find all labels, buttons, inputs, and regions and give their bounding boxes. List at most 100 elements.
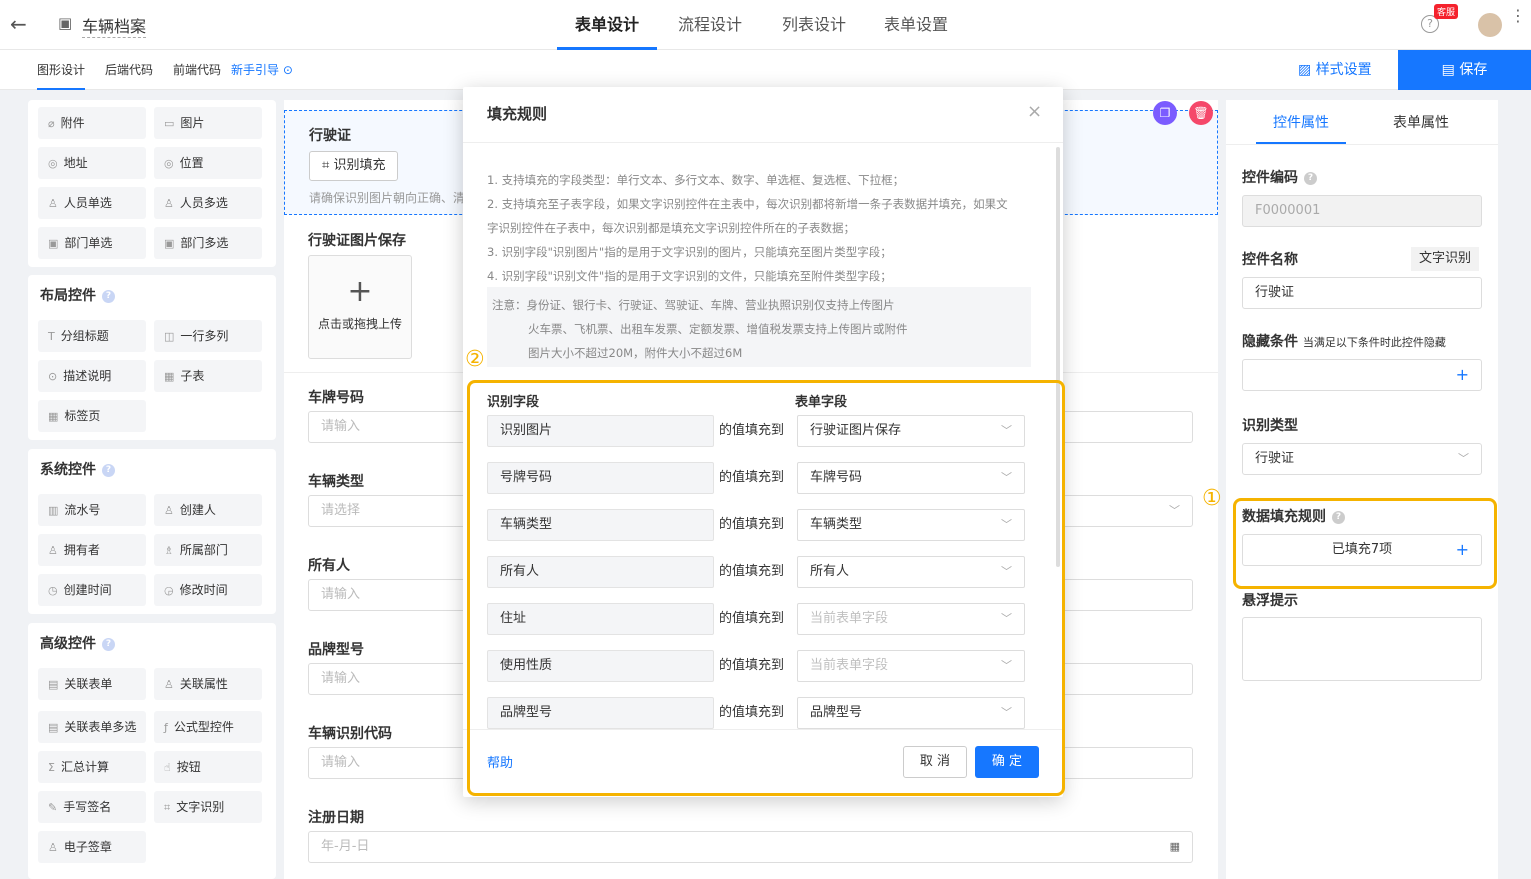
- rule-line: 1. 支持填充的字段类型：单行文本、多行文本、数字、单选框、复选框、下拉框；: [487, 173, 905, 187]
- ocr-field-title: 行驶证: [309, 128, 351, 144]
- subtab-backend-code[interactable]: 后端代码: [105, 50, 153, 90]
- control-user-single[interactable]: ♙ 人员单选: [38, 187, 146, 219]
- control-signature[interactable]: ✎ 手写签名: [38, 791, 146, 823]
- upload-text: 点击或拖拽上传: [317, 317, 402, 331]
- hide-condition-input[interactable]: +: [1242, 359, 1482, 391]
- control-related-form-multi[interactable]: ▤ 关联表单多选: [38, 711, 146, 743]
- user-icon: ♙: [164, 504, 174, 517]
- control-location[interactable]: ◎ 位置: [154, 147, 262, 179]
- tab-list-design[interactable]: 列表设计: [782, 0, 846, 50]
- control-label: 创建时间: [63, 583, 112, 597]
- control-label: 分组标题: [60, 329, 109, 343]
- support-badge[interactable]: 客服: [1434, 4, 1459, 19]
- control-dept-multi[interactable]: ▣ 部门多选: [154, 227, 262, 259]
- control-serial-no[interactable]: ▥ 流水号: [38, 494, 146, 526]
- annotation-2: ②: [465, 347, 485, 372]
- save-button[interactable]: ▤ 保存: [1398, 50, 1531, 90]
- control-label: 部门单选: [64, 236, 113, 250]
- barcode-icon: ▥: [48, 504, 59, 517]
- question-icon[interactable]: ?: [102, 463, 115, 477]
- control-image[interactable]: ▭ 图片: [154, 107, 262, 139]
- highlight-box-2: [467, 380, 1065, 796]
- control-subtable[interactable]: ▦ 子表: [154, 360, 262, 392]
- tab-form-design[interactable]: 表单设计: [557, 0, 657, 50]
- control-related-attr[interactable]: ♙ 关联属性: [154, 668, 262, 700]
- avatar[interactable]: [1478, 13, 1502, 37]
- style-settings-label: 样式设置: [1315, 62, 1372, 78]
- control-owner[interactable]: ♙ 拥有者: [38, 534, 146, 566]
- register-date-input[interactable]: 年-月-日 ▦: [308, 831, 1193, 863]
- advanced-controls-group: 高级控件? ▤ 关联表单 ♙ 关联属性 ▤ 关联表单多选 ƒ 公式型控件 Σ 汇总计算 ☝…: [28, 623, 276, 879]
- control-address[interactable]: ◎ 地址: [38, 147, 146, 179]
- control-summary[interactable]: Σ 汇总计算: [38, 751, 146, 783]
- hide-label-text: 隐藏条件: [1242, 334, 1298, 350]
- ocr-fill-button[interactable]: ⌗ 识别填充: [309, 151, 399, 181]
- back-arrow-icon[interactable]: ←: [10, 12, 27, 36]
- control-ocr[interactable]: ⌗ 文字识别: [154, 791, 262, 823]
- control-description[interactable]: ⊙ 描述说明: [38, 360, 146, 392]
- control-create-time[interactable]: ◷ 创建时间: [38, 574, 146, 606]
- guide-label: 新手引导: [231, 63, 280, 77]
- control-label: 部门多选: [180, 236, 229, 250]
- control-tabs[interactable]: ▦ 标签页: [38, 400, 146, 432]
- system-group-title: 系统控件?: [40, 459, 115, 479]
- guide-link[interactable]: 新手引导 ⊙: [231, 50, 293, 90]
- more-icon[interactable]: ⋮: [1510, 8, 1526, 24]
- user-icon: ♙: [48, 197, 58, 210]
- control-attachment[interactable]: ⌀ 附件: [38, 107, 146, 139]
- plus-icon[interactable]: +: [1456, 360, 1469, 390]
- highlight-box-1: [1233, 498, 1497, 589]
- control-multi-column[interactable]: ◫ 一行多列: [154, 320, 262, 352]
- control-related-form[interactable]: ▤ 关联表单: [38, 668, 146, 700]
- org-icon: ♗: [164, 544, 174, 557]
- depts-icon: ▣: [164, 237, 175, 250]
- copy-icon[interactable]: ❐: [1153, 101, 1177, 125]
- info-icon: ⊙: [48, 370, 58, 383]
- note-line: 图片大小不超过20M，附件大小不超过6M: [528, 346, 743, 360]
- link-form-icon: ▤: [48, 678, 59, 691]
- app-title[interactable]: 车辆档案: [82, 13, 147, 38]
- control-department[interactable]: ♗ 所属部门: [154, 534, 262, 566]
- tabs-icon: ▦: [48, 410, 59, 423]
- play-icon: ⊙: [282, 63, 293, 77]
- tooltip-textarea[interactable]: [1242, 617, 1482, 681]
- tab-form-props[interactable]: 表单属性: [1376, 110, 1466, 136]
- style-icon: ▨: [1298, 62, 1312, 78]
- code-label: 控件编码?: [1242, 167, 1317, 187]
- control-modify-time[interactable]: ◶ 修改时间: [154, 574, 262, 606]
- layout-group-label: 布局控件: [40, 288, 96, 304]
- control-user-multi[interactable]: ♙ 人员多选: [154, 187, 262, 219]
- subtab-frontend-code[interactable]: 前端代码: [173, 50, 221, 90]
- control-label: 关联属性: [179, 677, 228, 691]
- ocr-type-select[interactable]: 行驶证 ﹀: [1242, 443, 1482, 475]
- question-icon[interactable]: ?: [102, 289, 115, 303]
- style-settings-button[interactable]: ▨ 样式设置: [1298, 50, 1372, 90]
- scan-icon: ⌗: [322, 158, 330, 173]
- users-icon: ♙: [164, 197, 174, 210]
- control-label: 电子签章: [63, 840, 112, 854]
- note-line: 火车票、飞机票、出租车发票、定额发票、增值税发票支持上传图片或附件: [528, 322, 908, 336]
- subtab-graphic-design[interactable]: 图形设计: [37, 50, 86, 90]
- tab-flow-design[interactable]: 流程设计: [678, 0, 742, 50]
- image-upload-box[interactable]: + 点击或拖拽上传: [308, 255, 412, 359]
- control-group-title[interactable]: T 分组标题: [38, 320, 146, 352]
- control-creator[interactable]: ♙ 创建人: [154, 494, 262, 526]
- control-dept-single[interactable]: ▣ 部门单选: [38, 227, 146, 259]
- control-formula[interactable]: ƒ 公式型控件: [154, 711, 262, 743]
- tab-form-settings[interactable]: 表单设置: [884, 0, 948, 50]
- code-input[interactable]: F0000001: [1242, 195, 1482, 227]
- rule-line: 3. 识别字段"识别图片"指的是用于文字识别的图片，只能填充至图片类型字段；: [487, 245, 892, 259]
- user-icon: ♙: [164, 678, 174, 691]
- notes-box: 注意：身份证、银行卡、行驶证、驾驶证、车牌、营业执照识别仅支持上传图片 火车票、…: [487, 287, 1031, 367]
- delete-icon[interactable]: 🗑: [1189, 101, 1213, 125]
- control-e-seal[interactable]: ♙ 电子签章: [38, 831, 146, 863]
- name-input[interactable]: 行驶证: [1242, 277, 1482, 309]
- close-icon[interactable]: ×: [1027, 101, 1042, 122]
- control-label: 所属部门: [179, 543, 228, 557]
- image-field-label: 行驶证图片保存: [308, 233, 406, 249]
- question-icon[interactable]: ?: [1304, 171, 1317, 185]
- question-icon[interactable]: ?: [102, 637, 115, 651]
- control-button[interactable]: ☝ 按钮: [154, 751, 262, 783]
- divider: [1226, 144, 1498, 145]
- tab-control-props[interactable]: 控件属性: [1256, 110, 1346, 144]
